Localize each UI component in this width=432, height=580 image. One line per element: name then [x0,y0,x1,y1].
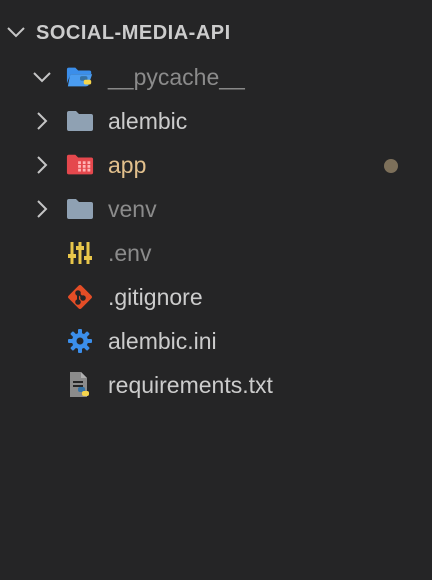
file-explorer: SOCIAL-MEDIA-API __pycache__ alembic app… [0,0,432,580]
tree-item-app[interactable]: app [0,143,432,187]
chevron-down-icon[interactable] [6,22,26,42]
tree-item-alembic[interactable]: alembic [0,99,432,143]
python-folder-open-icon [66,65,94,89]
tree-item-label: __pycache__ [108,64,245,90]
tree-item-label: .gitignore [108,284,203,310]
tree-item-venv[interactable]: venv [0,187,432,231]
folder-icon [66,197,94,221]
chevron-right-icon[interactable] [32,111,52,131]
app-folder-icon [66,153,94,177]
tree-item-label: alembic [108,108,188,134]
git-icon [66,285,94,309]
modified-indicator-dot [384,159,398,173]
chevron-right-icon[interactable] [32,155,52,175]
tree-item-env[interactable]: .env [0,231,432,275]
explorer-section-header[interactable]: SOCIAL-MEDIA-API [0,12,432,52]
tree-item-label: venv [108,196,157,222]
tree-item-label: .env [108,240,152,266]
python-file-icon [66,372,94,397]
tree-item-label: alembic.ini [108,328,217,354]
chevron-down-icon[interactable] [32,67,52,87]
explorer-root-title: SOCIAL-MEDIA-API [36,22,231,44]
folder-icon [66,109,94,133]
gear-icon [66,329,94,353]
tree-item-label: app [108,152,147,178]
tree-item-pycache[interactable]: __pycache__ [0,55,432,99]
tree-item-requirements[interactable]: requirements.txt [0,363,432,407]
tree-item-gitignore[interactable]: .gitignore [0,275,432,319]
tree-item-alembic-ini[interactable]: alembic.ini [0,319,432,363]
env-settings-icon [66,241,94,265]
chevron-right-icon[interactable] [32,199,52,219]
tree-item-label: requirements.txt [108,372,273,398]
